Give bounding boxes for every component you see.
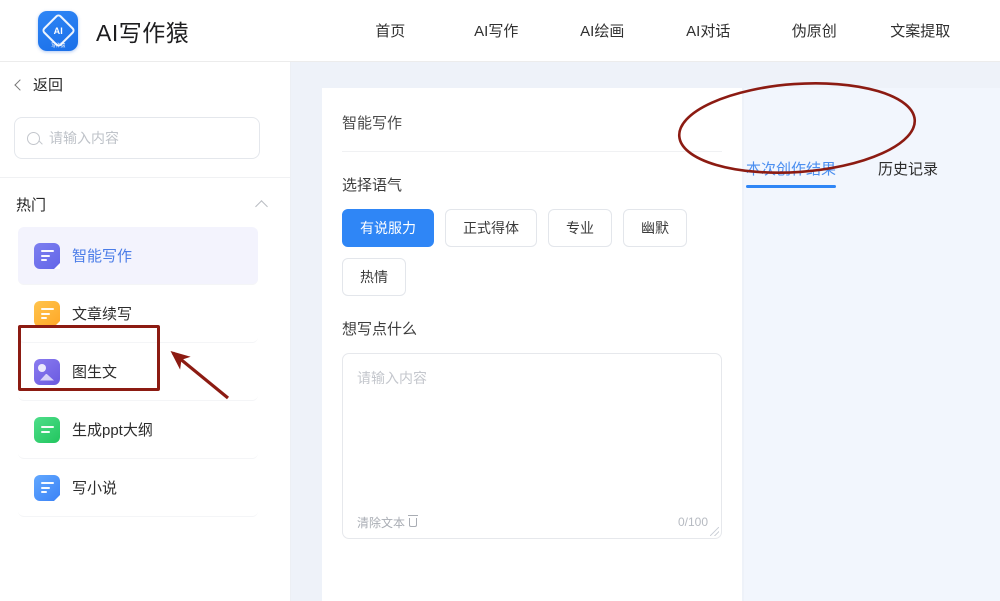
sidebar: 返回 热门 智能写作 bbox=[0, 62, 291, 601]
trash-icon bbox=[409, 518, 417, 527]
form-title: 智能写作 bbox=[322, 88, 742, 133]
tone-button-formal[interactable]: 正式得体 bbox=[445, 209, 537, 247]
sidebar-section-title: 热门 bbox=[16, 194, 46, 215]
document-pen-icon bbox=[34, 243, 60, 269]
textarea-resize-handle[interactable] bbox=[710, 527, 719, 536]
tone-options: 有说服力 正式得体 专业 幽默 热情 bbox=[322, 195, 742, 296]
sidebar-item-article-continuation[interactable]: 文章续写 bbox=[18, 285, 258, 343]
tone-button-enthusiastic[interactable]: 热情 bbox=[342, 258, 406, 296]
prompt-textarea-wrap: 清除文本 0/100 bbox=[342, 353, 722, 539]
brand[interactable]: AI 写作猿 AI写作猿 bbox=[38, 11, 189, 51]
character-counter: 0/100 bbox=[678, 515, 708, 529]
logo-subtitle-text: 写作猿 bbox=[38, 42, 78, 49]
tone-button-professional[interactable]: 专业 bbox=[548, 209, 612, 247]
back-label: 返回 bbox=[33, 74, 63, 95]
clear-text-button[interactable]: 清除文本 bbox=[357, 514, 417, 531]
sidebar-item-label: 文章续写 bbox=[72, 303, 132, 324]
writing-form-card: 智能写作 选择语气 有说服力 正式得体 专业 幽默 热情 想写点什么 清除文本 … bbox=[322, 88, 742, 601]
prompt-field-label: 想写点什么 bbox=[322, 296, 742, 339]
result-tabs: 本次创作结果 历史记录 bbox=[744, 88, 1000, 188]
search-icon bbox=[27, 132, 40, 145]
document-pen-icon bbox=[34, 475, 60, 501]
sidebar-item-image-to-text[interactable]: 图生文 bbox=[18, 343, 258, 401]
sidebar-item-ppt-outline[interactable]: 生成ppt大纲 bbox=[18, 401, 258, 459]
nav-item-rewrite[interactable]: 伪原创 bbox=[761, 14, 867, 47]
sidebar-item-label: 图生文 bbox=[72, 361, 117, 382]
prompt-textarea[interactable] bbox=[343, 354, 721, 504]
sidebar-item-write-novel[interactable]: 写小说 bbox=[18, 459, 258, 517]
search-box[interactable] bbox=[14, 117, 260, 159]
logo-ai-text: AI bbox=[53, 26, 62, 36]
nav-item-ai-drawing[interactable]: AI绘画 bbox=[549, 14, 655, 47]
main-nav: 首页 AI写作 AI绘画 AI对话 伪原创 文案提取 bbox=[337, 14, 973, 47]
image-icon bbox=[34, 359, 60, 385]
sidebar-item-label: 写小说 bbox=[72, 477, 117, 498]
tab-current-result[interactable]: 本次创作结果 bbox=[746, 158, 836, 188]
nav-item-ai-chat[interactable]: AI对话 bbox=[655, 14, 761, 47]
document-pen-icon bbox=[34, 301, 60, 327]
back-button[interactable]: 返回 bbox=[0, 62, 290, 107]
body-area: 返回 热门 智能写作 bbox=[0, 62, 1000, 601]
slides-icon bbox=[34, 417, 60, 443]
sidebar-item-label: 智能写作 bbox=[72, 245, 132, 266]
brand-title: AI写作猿 bbox=[96, 14, 189, 48]
tone-button-humorous[interactable]: 幽默 bbox=[623, 209, 687, 247]
sidebar-section-header[interactable]: 热门 bbox=[0, 178, 290, 227]
app-logo-icon: AI 写作猿 bbox=[38, 11, 78, 51]
prompt-footer: 清除文本 0/100 bbox=[343, 506, 721, 538]
app-header: AI 写作猿 AI写作猿 首页 AI写作 AI绘画 AI对话 伪原创 文案提取 bbox=[0, 0, 1000, 62]
result-panel: 本次创作结果 历史记录 bbox=[744, 88, 1000, 601]
sidebar-menu: 智能写作 文章续写 图生文 生成ppt bbox=[0, 227, 290, 517]
sidebar-item-smart-writing[interactable]: 智能写作 bbox=[18, 227, 258, 285]
search-input[interactable] bbox=[49, 130, 247, 146]
nav-item-copy-extract[interactable]: 文案提取 bbox=[867, 14, 973, 47]
chevron-left-icon bbox=[14, 79, 25, 90]
clear-text-label: 清除文本 bbox=[357, 514, 405, 531]
tone-button-persuasive[interactable]: 有说服力 bbox=[342, 209, 434, 247]
sidebar-search-wrap bbox=[0, 107, 290, 159]
sidebar-item-label: 生成ppt大纲 bbox=[72, 419, 153, 440]
app-window: AI 写作猿 AI写作猿 首页 AI写作 AI绘画 AI对话 伪原创 文案提取 … bbox=[0, 0, 1000, 601]
nav-item-ai-writing[interactable]: AI写作 bbox=[443, 14, 549, 47]
tab-history[interactable]: 历史记录 bbox=[878, 158, 938, 188]
tone-field-label: 选择语气 bbox=[322, 152, 742, 195]
nav-item-home[interactable]: 首页 bbox=[337, 14, 443, 47]
chevron-up-icon[interactable] bbox=[255, 200, 268, 213]
